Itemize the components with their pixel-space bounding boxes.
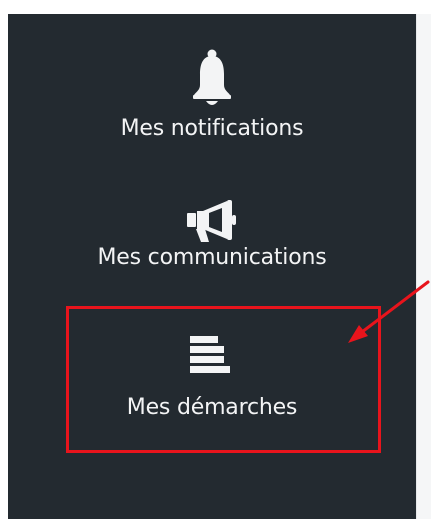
sidebar-item-label: Mes communications [97,245,327,270]
sidebar-item-notifications[interactable]: Mes notifications [8,49,416,143]
sidebar-item-communications[interactable]: Mes communications [8,199,416,272]
content-panel-edge [416,14,431,519]
sidebar-nav: Mes notifications Mes communications Mes… [8,14,416,519]
sidebar-item-label: Mes notifications [120,116,304,141]
list-bars-icon [190,336,230,373]
bell-icon [193,49,231,105]
sidebar-item-label: Mes démarches [126,395,298,420]
megaphone-icon [187,200,236,242]
annotation-arrow-icon [348,280,430,343]
